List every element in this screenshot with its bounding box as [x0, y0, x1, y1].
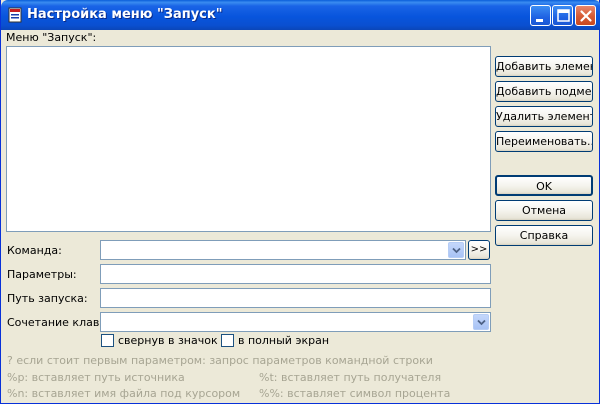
window-title: Настройка меню "Запуск" [27, 7, 223, 22]
fullscreen-checkbox[interactable] [221, 334, 234, 347]
command-combo[interactable] [100, 240, 466, 260]
chevron-down-icon [477, 319, 486, 326]
close-icon [580, 10, 592, 22]
menu-list-label: Меню "Запуск": [6, 31, 97, 44]
maximize-icon [557, 9, 570, 22]
hotkey-combo[interactable] [100, 312, 491, 332]
title-bar[interactable]: Настройка меню "Запуск" [1, 0, 600, 30]
chevron-down-icon [452, 247, 461, 254]
add-submenu-button[interactable]: Добавить подменю [495, 81, 593, 102]
close-button[interactable] [575, 5, 596, 26]
maximize-button[interactable] [552, 5, 573, 26]
help-button[interactable]: Справка [495, 225, 593, 246]
minimize-icon [536, 19, 543, 22]
app-icon [8, 7, 22, 23]
rename-button[interactable]: Переименовать... [495, 131, 593, 152]
menu-items-list[interactable] [6, 46, 491, 232]
params-input[interactable] [100, 264, 491, 284]
hint-file-under-cursor: %n: вставляет имя файла под курсором [7, 387, 241, 400]
hotkey-label: Сочетание клавиш: [7, 316, 99, 329]
hint-target-path: %t: вставляет путь получателя [259, 371, 442, 384]
command-label: Команда: [7, 244, 62, 257]
command-dropdown-arrow[interactable] [448, 242, 464, 258]
start-path-input[interactable] [100, 288, 491, 308]
minimized-checkbox[interactable] [101, 334, 114, 347]
dialog-window: Настройка меню "Запуск" Меню "Запуск": Д… [0, 0, 600, 404]
delete-item-button[interactable]: Удалить элемент [495, 106, 593, 127]
minimized-label[interactable]: свернув в значок [118, 334, 218, 347]
ok-button[interactable]: OK [495, 175, 593, 196]
hint-source-path: %p: вставляет путь источника [7, 371, 185, 384]
hint-percent-symbol: %%: вставляет символ процента [259, 387, 451, 400]
minimize-button[interactable] [530, 5, 551, 26]
hint-query-params: ? если стоит первым параметром: запрос п… [7, 354, 433, 367]
start-path-label: Путь запуска: [7, 292, 88, 305]
insert-command-button[interactable]: >> [468, 240, 490, 260]
fullscreen-label[interactable]: в полный экран [238, 334, 329, 347]
cancel-button[interactable]: Отмена [495, 200, 593, 221]
add-item-button[interactable]: Добавить элемент [495, 56, 593, 77]
params-label: Параметры: [7, 268, 77, 281]
hotkey-dropdown-arrow[interactable] [473, 314, 489, 330]
